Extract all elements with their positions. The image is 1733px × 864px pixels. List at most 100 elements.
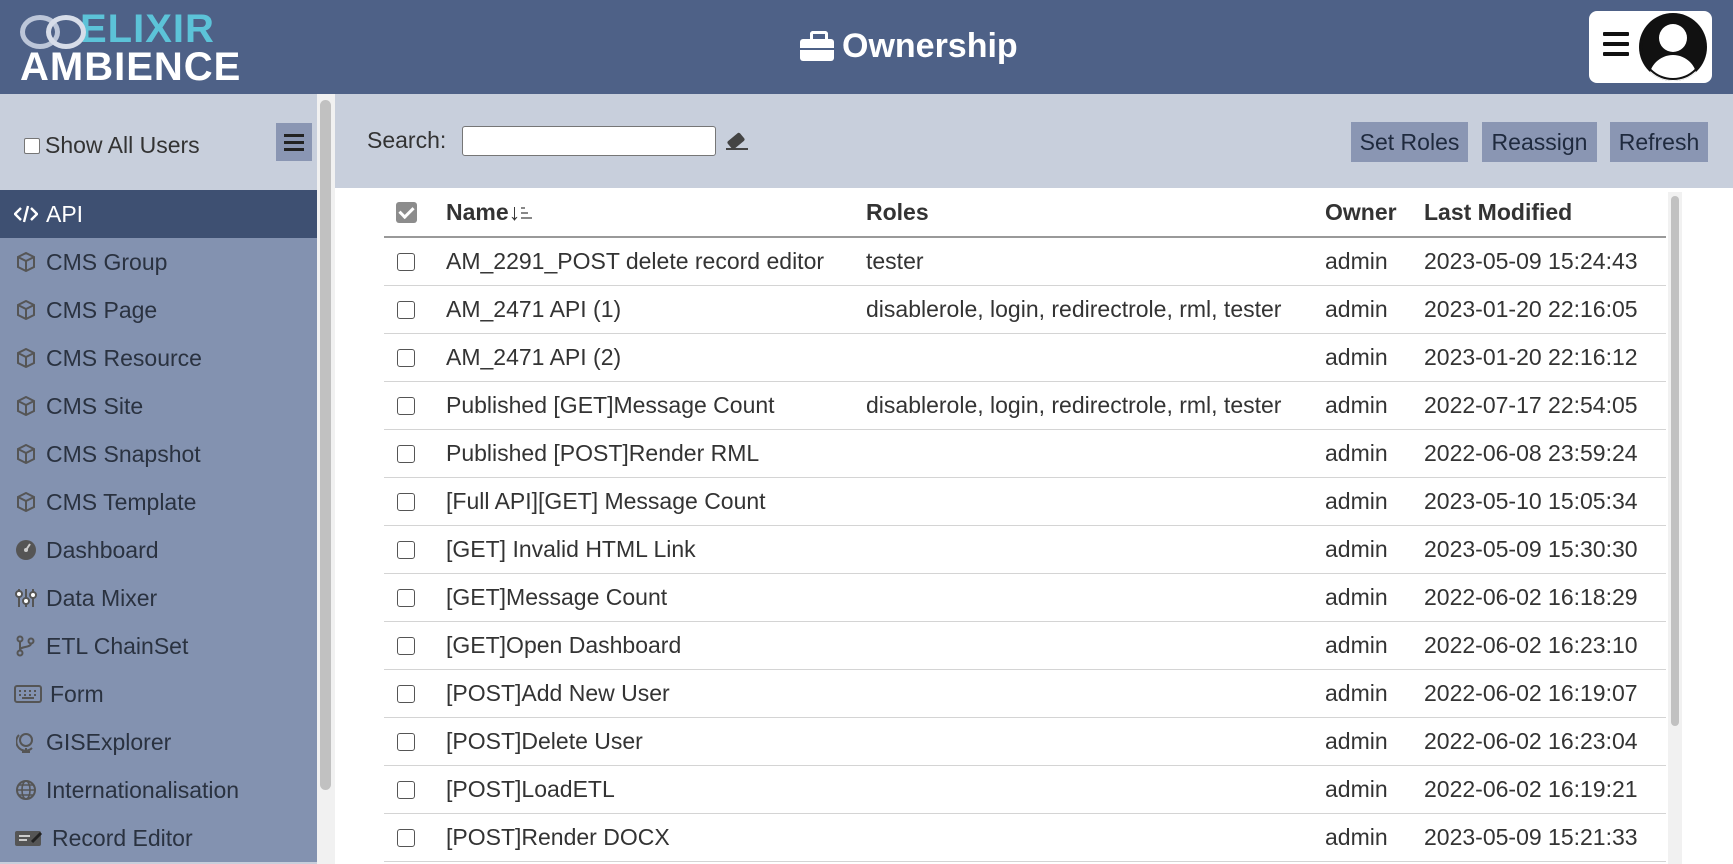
cell-last-modified: 2023-05-09 15:30:30 — [1424, 525, 1666, 574]
row-checkbox[interactable] — [397, 732, 415, 751]
table-row[interactable]: [POST]Delete User admin 2022-06-02 16:23:0… — [384, 717, 1666, 766]
show-all-users-checkbox[interactable] — [24, 137, 40, 154]
sidebar-item-label: API — [46, 200, 84, 227]
table-row[interactable]: [POST]Add New User admin 2022-06-02 16:19:… — [384, 669, 1666, 718]
cell-name: [GET]Open Dashboard — [446, 621, 866, 670]
sidebar-item-internationalisation[interactable]: Internationalisation — [0, 766, 317, 814]
sidebar-item-label: ETL ChainSet — [46, 632, 189, 659]
column-header-owner[interactable]: Owner — [1325, 188, 1424, 238]
cell-last-modified: 2022-06-02 16:23:10 — [1424, 621, 1666, 670]
row-checkbox[interactable] — [397, 396, 415, 415]
sidebar-item-cms-template[interactable]: CMS Template — [0, 478, 317, 526]
cell-last-modified: 2023-01-20 22:16:12 — [1424, 333, 1666, 382]
sidebar-item-label: CMS Site — [46, 392, 144, 419]
row-checkbox[interactable] — [397, 300, 415, 319]
sidebar-item-cms-resource[interactable]: CMS Resource — [0, 334, 317, 382]
sidebar-item-cms-group[interactable]: CMS Group — [0, 238, 317, 286]
row-checkbox[interactable] — [397, 828, 415, 847]
select-all-checkbox[interactable] — [396, 201, 417, 223]
elixir-ambience-logo[interactable]: ELIXIR AMBIENCE — [20, 9, 242, 89]
table-header-row: Name↓ Roles Owner Last Modified — [384, 188, 1666, 238]
row-checkbox[interactable] — [397, 444, 415, 463]
sidebar-item-label: Record Editor — [52, 824, 193, 851]
sidebar-item-etl-chainset[interactable]: ETL ChainSet — [0, 622, 317, 670]
table-row[interactable]: [GET]Open Dashboard admin 2022-06-02 16:23… — [384, 621, 1666, 670]
table-row[interactable]: AM_2471 API (2) admin 2023-01-20 22:16:12 — [384, 333, 1666, 382]
cell-owner: admin — [1325, 765, 1424, 814]
column-header-roles[interactable]: Roles — [866, 188, 1325, 238]
cell-name: Published [GET]Message Count — [446, 381, 866, 430]
table-scrollbar[interactable] — [1668, 192, 1682, 864]
clear-search-icon[interactable] — [724, 130, 750, 154]
row-checkbox[interactable] — [397, 252, 415, 271]
sidebar-item-record-editor[interactable]: Record Editor — [0, 814, 317, 862]
sidebar-menu-button[interactable] — [276, 123, 312, 161]
sidebar-item-label: CMS Resource — [46, 344, 202, 371]
table-row[interactable]: [POST]Render DOCX admin 2023-05-09 15:21:3… — [384, 813, 1666, 862]
sidebar-item-data-mixer[interactable]: Data Mixer — [0, 574, 317, 622]
cell-roles — [866, 765, 1325, 814]
sidebar-item-label: GISExplorer — [46, 728, 172, 755]
cell-owner: admin — [1325, 621, 1424, 670]
sidebar-item-dashboard[interactable]: Dashboard — [0, 526, 317, 574]
sidebar-item-api[interactable]: API — [0, 190, 317, 238]
search-label: Search: — [367, 127, 447, 153]
page-title-text: Ownership — [842, 26, 1018, 65]
cell-name: [Full API][GET] Message Count — [446, 477, 866, 526]
cell-owner: admin — [1325, 285, 1424, 334]
table-row[interactable]: AM_2291_POST delete record editor tester a… — [384, 237, 1666, 286]
table-row[interactable]: Published [POST]Render RML admin 2022-06-0… — [384, 429, 1666, 478]
cell-name: AM_2471 API (1) — [446, 285, 866, 334]
cube-icon — [14, 490, 38, 514]
table-body: AM_2291_POST delete record editor tester a… — [384, 237, 1666, 862]
search-input[interactable] — [462, 126, 716, 156]
cell-owner: admin — [1325, 525, 1424, 574]
sidebar-item-form[interactable]: Form — [0, 670, 317, 718]
table-row[interactable]: [POST]LoadETL admin 2022-06-02 16:19:21 — [384, 765, 1666, 814]
row-checkbox[interactable] — [397, 492, 415, 511]
sidebar: Show All Users API CMS Group CMS Page CM… — [0, 94, 317, 864]
sidebar-item-cms-site[interactable]: CMS Site — [0, 382, 317, 430]
refresh-button[interactable]: Refresh — [1610, 122, 1708, 162]
row-checkbox[interactable] — [397, 348, 415, 367]
sidebar-scrollbar-thumb[interactable] — [320, 100, 331, 790]
table-row[interactable]: [GET]Message Count admin 2022-06-02 16:18:… — [384, 573, 1666, 622]
main-menu-icon[interactable] — [1603, 32, 1629, 56]
column-header-name[interactable]: Name↓ — [446, 188, 866, 238]
user-avatar-icon[interactable] — [1639, 13, 1707, 81]
cube-icon — [14, 298, 38, 322]
cell-last-modified: 2022-06-08 23:59:24 — [1424, 429, 1666, 478]
sidebar-item-label: Internationalisation — [46, 776, 240, 803]
cell-last-modified: 2023-05-09 15:24:43 — [1424, 237, 1666, 286]
row-checkbox[interactable] — [397, 684, 415, 703]
sidebar-item-gisexplorer[interactable]: GISExplorer — [0, 718, 317, 766]
row-checkbox[interactable] — [397, 636, 415, 655]
logo-rings-icon — [20, 11, 86, 49]
cell-name: [POST]Add New User — [446, 669, 866, 718]
sidebar-item-cms-page[interactable]: CMS Page — [0, 286, 317, 334]
table-row[interactable]: AM_2471 API (1) disablerole, login, redir… — [384, 285, 1666, 334]
dashboard-icon — [14, 538, 38, 562]
row-checkbox[interactable] — [397, 780, 415, 799]
table-scrollbar-thumb[interactable] — [1671, 196, 1679, 726]
cell-owner: admin — [1325, 381, 1424, 430]
cell-roles — [866, 573, 1325, 622]
set-roles-button[interactable]: Set Roles — [1351, 122, 1468, 162]
cell-last-modified: 2022-06-02 16:19:07 — [1424, 669, 1666, 718]
row-checkbox[interactable] — [397, 588, 415, 607]
table-row[interactable]: [GET] Invalid HTML Link admin 2023-05-09 1… — [384, 525, 1666, 574]
page-title: Ownership — [800, 20, 1018, 72]
column-header-last-modified[interactable]: Last Modified — [1424, 188, 1666, 238]
cell-name: [GET] Invalid HTML Link — [446, 525, 866, 574]
reassign-button[interactable]: Reassign — [1482, 122, 1597, 162]
sidebar-scrollbar[interactable] — [317, 94, 335, 864]
sidebar-controls: Show All Users — [0, 94, 317, 190]
briefcase-icon — [800, 31, 834, 61]
logo-ambience-text: AMBIENCE — [20, 45, 242, 89]
table-row[interactable]: [Full API][GET] Message Count admin 2023-0… — [384, 477, 1666, 526]
table-row[interactable]: Published [GET]Message Count disablerole,… — [384, 381, 1666, 430]
sidebar-item-label: Dashboard — [46, 536, 159, 563]
row-checkbox[interactable] — [397, 540, 415, 559]
sidebar-item-cms-snapshot[interactable]: CMS Snapshot — [0, 430, 317, 478]
show-all-users-toggle[interactable]: Show All Users — [24, 132, 200, 159]
